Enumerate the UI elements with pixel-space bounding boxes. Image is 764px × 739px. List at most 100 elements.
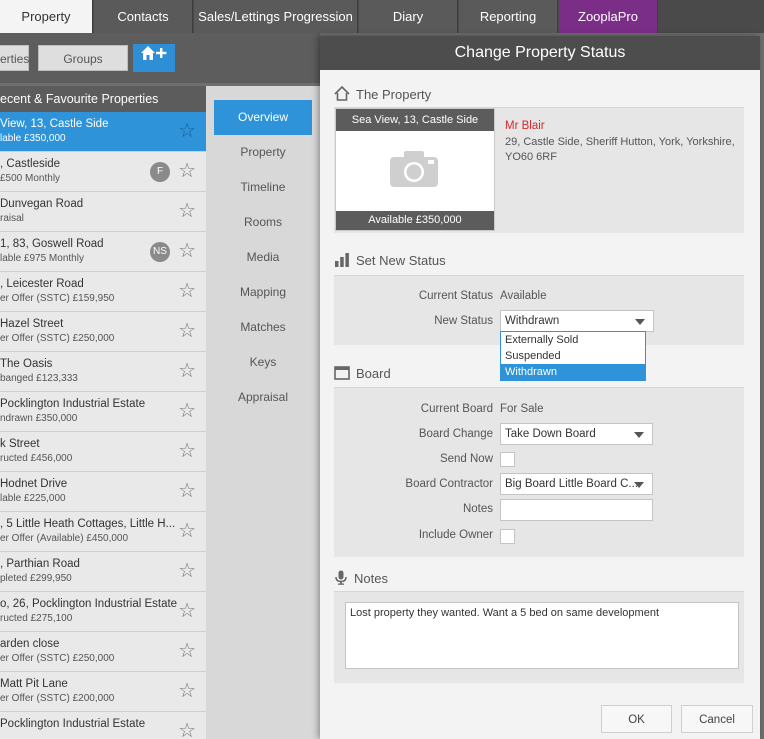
nav-appraisal[interactable]: Appraisal <box>206 380 320 415</box>
notes-textarea[interactable]: Lost property they wanted. Want a 5 bed … <box>345 602 739 669</box>
list-item[interactable]: , Parthian Road pleted £299,950 ☆ <box>0 552 206 592</box>
board-change-select[interactable]: Take Down Board <box>500 423 653 445</box>
bar-chart-icon <box>334 253 356 268</box>
list-item-title: Hodnet Drive <box>0 478 68 490</box>
list-item[interactable]: k Street ructed £456,000 ☆ <box>0 432 206 472</box>
board-notes-input[interactable] <box>500 499 653 521</box>
current-status-label: Current Status <box>418 290 493 302</box>
star-icon[interactable]: ☆ <box>178 641 196 661</box>
board-contractor-select[interactable]: Big Board Little Board C... <box>500 473 653 495</box>
property-card-title: Sea View, 13, Castle Side <box>336 109 494 131</box>
star-icon[interactable]: ☆ <box>178 161 196 181</box>
include-owner-checkbox[interactable] <box>500 529 515 544</box>
chevron-down-icon <box>634 432 644 438</box>
list-item-title: , Castleside <box>0 158 61 170</box>
star-icon[interactable]: ☆ <box>178 401 196 421</box>
star-icon[interactable]: ☆ <box>178 441 196 461</box>
home-add-icon <box>139 46 169 66</box>
cancel-button[interactable]: Cancel <box>681 705 753 733</box>
list-item[interactable]: The Oasis banged £123,333 ☆ <box>0 352 206 392</box>
property-section-heading: The Property <box>334 85 432 102</box>
nav-property[interactable]: Property <box>206 135 320 170</box>
chevron-down-icon <box>635 319 645 325</box>
list-item[interactable]: Pocklington Industrial Estate ☆ <box>0 712 206 739</box>
list-item[interactable]: o, 26, Pocklington Industrial Estate ruct… <box>0 592 206 632</box>
property-address: 29, Castle Side, Sheriff Hutton, York, Y… <box>505 136 735 163</box>
nav-rooms[interactable]: Rooms <box>206 205 320 240</box>
list-item-status: er Offer (SSTC) £200,000 <box>0 693 115 704</box>
list-item-title: Dunvegan Road <box>0 198 84 210</box>
status-option-externally-sold[interactable]: Externally Sold <box>501 332 645 348</box>
list-item[interactable]: Hodnet Drive lable £225,000 ☆ <box>0 472 206 512</box>
board-contractor-label: Board Contractor <box>405 478 493 490</box>
list-item-status: lable £350,000 <box>0 133 66 144</box>
list-item[interactable]: arden close er Offer (SSTC) £250,000 ☆ <box>0 632 206 672</box>
tab-zooplapro[interactable]: ZooplaPro <box>559 0 658 33</box>
notes-section-label: Notes <box>354 571 388 586</box>
status-badge: F <box>150 162 170 182</box>
list-item[interactable]: , 5 Little Heath Cottages, Little H... er… <box>0 512 206 552</box>
list-item[interactable]: Dunvegan Road raisal ☆ <box>0 192 206 232</box>
star-icon[interactable]: ☆ <box>178 121 196 141</box>
add-property-button[interactable] <box>133 44 175 72</box>
groups-button[interactable]: Groups <box>38 45 128 71</box>
status-option-suspended[interactable]: Suspended <box>501 348 645 364</box>
list-item-status: banged £123,333 <box>0 373 78 384</box>
star-icon[interactable]: ☆ <box>178 201 196 221</box>
property-section-label: The Property <box>356 87 432 102</box>
list-item-title: 1, 83, Goswell Road <box>0 238 104 250</box>
list-item[interactable]: Matt Pit Lane er Offer (SSTC) £200,000 ☆ <box>0 672 206 712</box>
star-icon[interactable]: ☆ <box>178 281 196 301</box>
home-icon <box>334 85 356 102</box>
change-status-dialog: Change Property Status The Property Sea … <box>320 36 760 739</box>
star-icon[interactable]: ☆ <box>178 241 196 261</box>
list-item[interactable]: View, 13, Castle Side lable £350,000 ☆ <box>0 112 206 152</box>
list-item[interactable]: , Leicester Road er Offer (SSTC) £159,950… <box>0 272 206 312</box>
star-icon[interactable]: ☆ <box>178 721 196 739</box>
status-section-label: Set New Status <box>356 253 446 268</box>
list-item-status: pleted £299,950 <box>0 573 72 584</box>
status-option-withdrawn[interactable]: Withdrawn <box>501 364 645 380</box>
notes-section-heading: Notes <box>334 570 388 586</box>
star-icon[interactable]: ☆ <box>178 681 196 701</box>
send-now-label: Send Now <box>439 453 493 465</box>
new-status-select[interactable]: Withdrawn <box>500 310 654 332</box>
list-item-title: Pocklington Industrial Estate <box>0 718 146 730</box>
star-icon[interactable]: ☆ <box>178 601 196 621</box>
property-card[interactable]: Sea View, 13, Castle Side Available £350… <box>335 108 495 231</box>
nav-overview[interactable]: Overview <box>214 100 312 135</box>
nav-media[interactable]: Media <box>206 240 320 275</box>
owner-name[interactable]: Mr Blair <box>505 120 545 132</box>
nav-timeline[interactable]: Timeline <box>206 170 320 205</box>
tab-diary[interactable]: Diary <box>359 0 458 33</box>
nav-matches[interactable]: Matches <box>206 310 320 345</box>
microphone-icon <box>334 570 354 586</box>
star-icon[interactable]: ☆ <box>178 561 196 581</box>
star-icon[interactable]: ☆ <box>178 481 196 501</box>
tab-property[interactable]: Property <box>0 0 93 33</box>
nav-mapping[interactable]: Mapping <box>206 275 320 310</box>
star-icon[interactable]: ☆ <box>178 361 196 381</box>
list-item[interactable]: , Castleside £500 Monthly F ☆ <box>0 152 206 192</box>
tab-contacts[interactable]: Contacts <box>94 0 193 33</box>
star-icon[interactable]: ☆ <box>178 521 196 541</box>
list-item[interactable]: 1, 83, Goswell Road lable £975 Monthly NS ☆ <box>0 232 206 272</box>
tab-reporting[interactable]: Reporting <box>459 0 558 33</box>
star-icon[interactable]: ☆ <box>178 321 196 341</box>
board-notes-label: Notes <box>462 503 493 515</box>
list-item-status: ructed £456,000 <box>0 453 73 464</box>
ok-button[interactable]: OK <box>601 705 672 733</box>
tab-progression[interactable]: Sales/Lettings Progression <box>194 0 358 33</box>
property-card-price: Available £350,000 <box>336 211 494 230</box>
list-item-status: er Offer (Available) £450,000 <box>0 533 129 544</box>
chevron-down-icon <box>634 482 644 488</box>
list-item[interactable]: Hazel Street er Offer (SSTC) £250,000 ☆ <box>0 312 206 352</box>
nav-keys[interactable]: Keys <box>206 345 320 380</box>
board-icon <box>334 366 356 381</box>
board-section-label: Board <box>356 366 391 381</box>
board-section-heading: Board <box>334 366 391 381</box>
list-item[interactable]: Pocklington Industrial Estate ndrawn £350… <box>0 392 206 432</box>
properties-button[interactable]: erties <box>0 45 29 71</box>
send-now-checkbox[interactable] <box>500 452 515 467</box>
list-item-status: lable £975 Monthly <box>0 253 84 264</box>
